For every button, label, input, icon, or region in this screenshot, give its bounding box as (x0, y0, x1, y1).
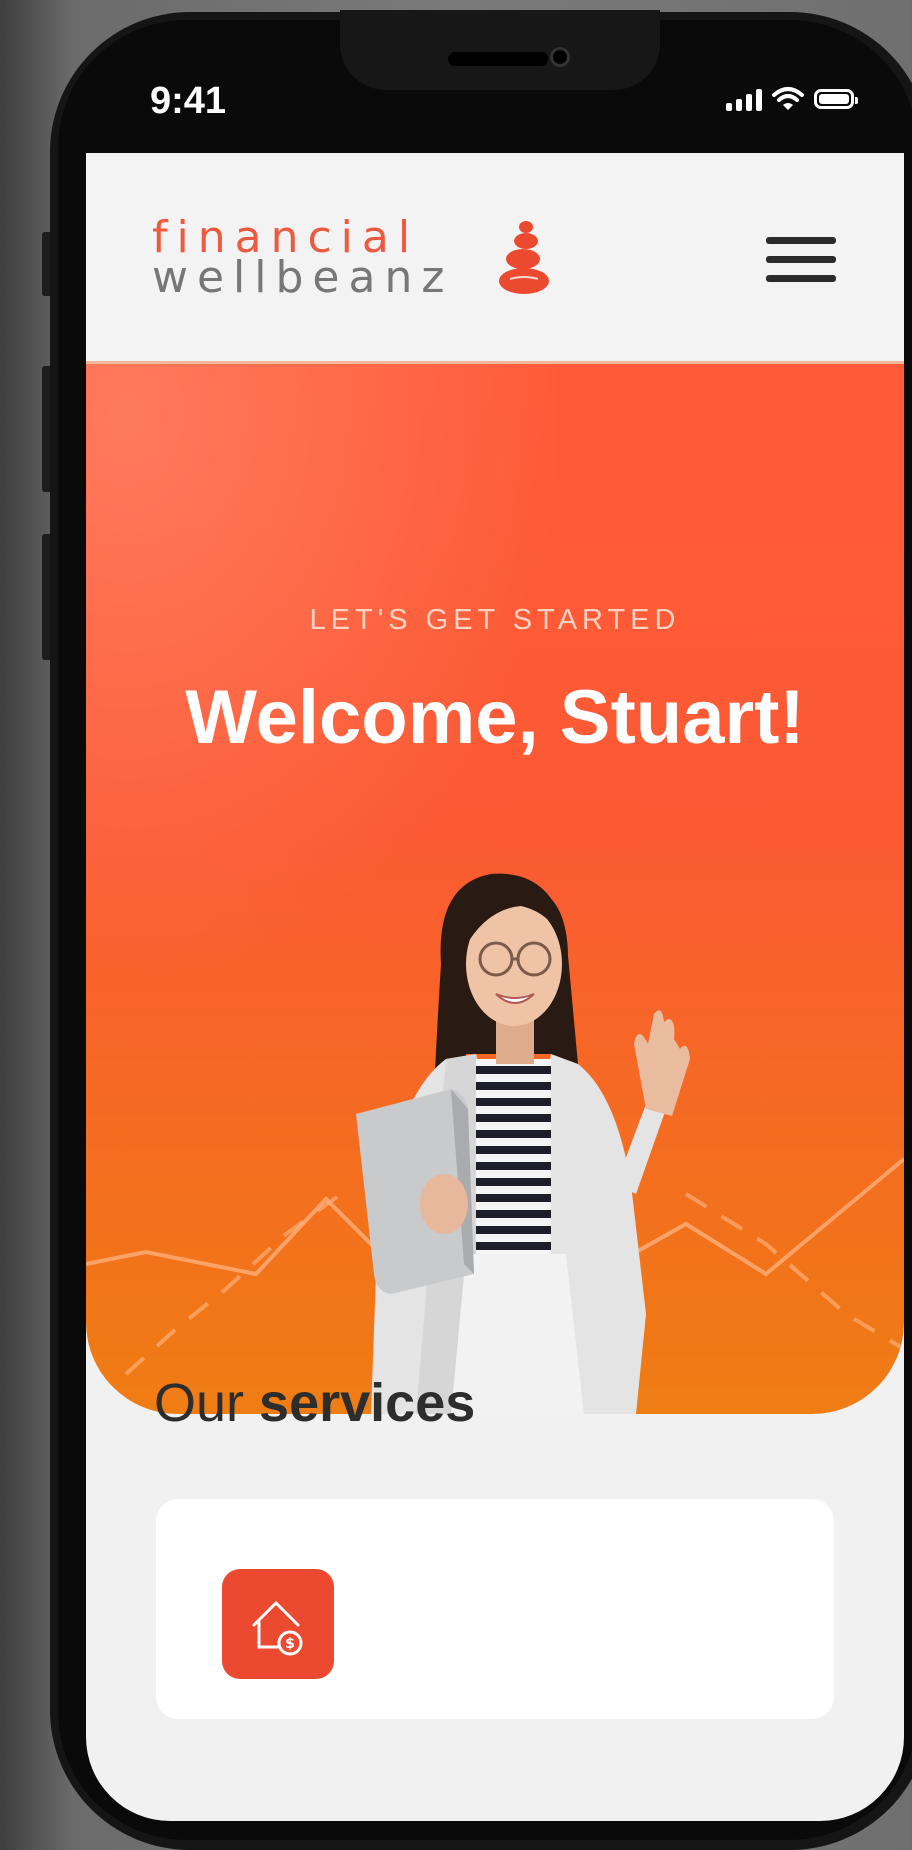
beans-logo-icon (499, 221, 549, 294)
woman-with-laptop-photo (356, 873, 690, 1414)
status-time: 9:41 (150, 80, 227, 122)
services-heading-bold: services (259, 1373, 476, 1433)
hamburger-menu-icon[interactable] (766, 233, 840, 287)
service-card[interactable]: $ (156, 1499, 834, 1719)
brand-name-line2: wellbeanz (152, 252, 454, 303)
welcome-hero: LET'S GET STARTED Welcome, Stuart! (86, 364, 904, 1414)
wifi-icon (772, 87, 804, 110)
signal-icon (726, 87, 762, 111)
app-screen: financial wellbeanz LET'S GET STARTED We… (86, 153, 904, 1821)
hero-eyebrow: LET'S GET STARTED (309, 604, 681, 636)
front-camera (550, 47, 570, 67)
service-icon-tile: $ (222, 1569, 334, 1679)
battery-icon (814, 89, 858, 109)
app-header: financial wellbeanz (86, 153, 904, 364)
house-dollar-icon: $ (252, 1601, 303, 1656)
welcome-heading: Welcome, Stuart! (185, 675, 805, 760)
services-heading: Our services (154, 1372, 475, 1434)
svg-text:$: $ (285, 1636, 295, 1652)
notch (340, 10, 660, 90)
brand-logo[interactable]: financial wellbeanz (152, 216, 454, 303)
status-icons (726, 82, 858, 116)
services-heading-light: Our (154, 1373, 245, 1433)
speaker (448, 52, 548, 66)
